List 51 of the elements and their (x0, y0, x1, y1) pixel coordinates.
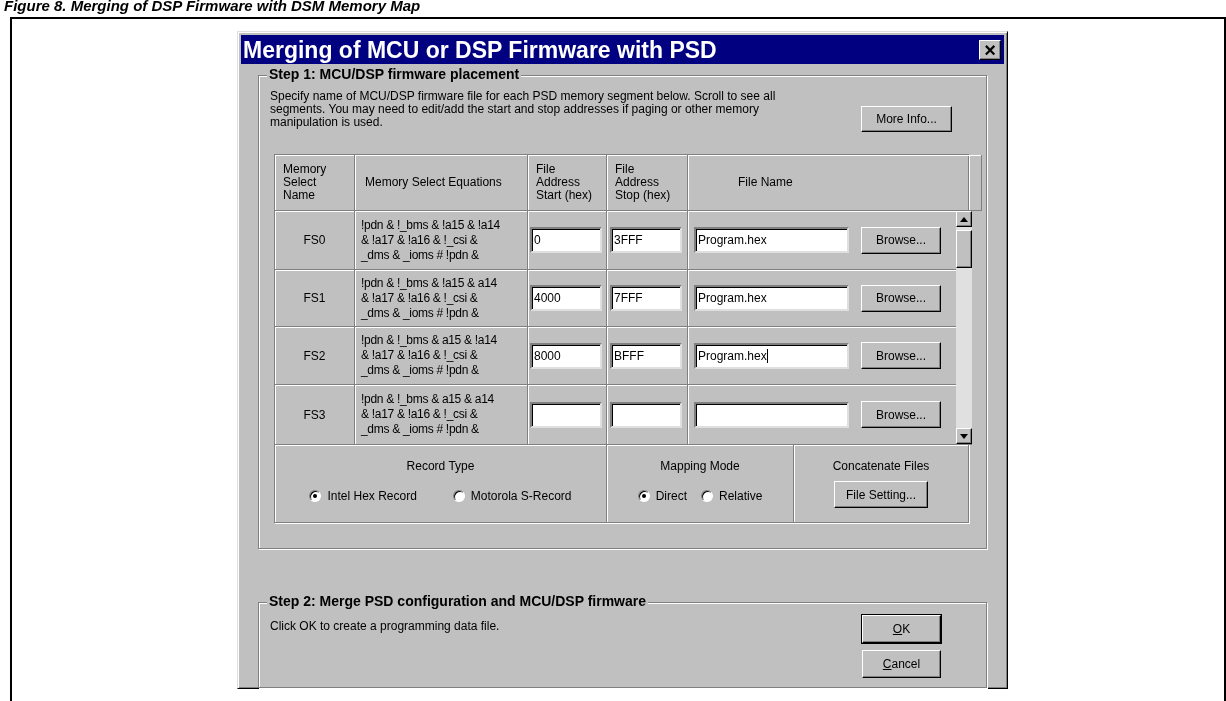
start-address-field[interactable]: 8000 (530, 342, 602, 369)
start-address-field[interactable]: 4000 (530, 285, 602, 311)
stop-address-field[interactable]: 3FFF (610, 227, 682, 253)
file-name-field[interactable] (694, 401, 849, 428)
table-cell-text: FS2 (303, 347, 326, 365)
radio-option[interactable]: Intel Hex Record (309, 487, 417, 505)
scroll-up-icon[interactable] (956, 211, 972, 227)
start-address-field[interactable] (530, 401, 602, 428)
window-title: Merging of MCU or DSP Firmware with PSD (243, 36, 717, 63)
radio-option[interactable]: Direct (637, 487, 687, 505)
instructions-text: Specify name of MCU/DSP firmware file for each PSD memory segment below. Scroll to see all segments. You may need to edit/add the start and stop addresses if paging or other memory manipulation is used. (270, 90, 777, 129)
browse-button[interactable]: Browse... (861, 401, 941, 428)
group-title: Step 2: Merge PSD configuration and MCU/DSP firmware (267, 593, 649, 609)
instructions-text: Click OK to create a programming data file. (270, 618, 500, 635)
close-button[interactable]: × (979, 39, 1001, 60)
dialog-button[interactable]: OK (862, 615, 941, 643)
column-header: File Address Start (hex) (536, 163, 592, 202)
scroll-down-icon[interactable] (956, 428, 972, 444)
group-title: Step 1: MCU/DSP firmware placement (267, 66, 522, 82)
file-name-field[interactable]: Program.hex (694, 227, 849, 253)
browse-button[interactable]: Browse... (861, 342, 941, 369)
table-cell-text: FS1 (303, 290, 326, 307)
radio-option[interactable]: Relative (701, 487, 763, 505)
equation-text: !pdn & !_bms & a15 & a14 & !a17 & !a16 & !_csi & _dms & _ioms # !pdn & (361, 392, 494, 437)
equation-text: !pdn & !_bms & a15 & !a14 & !a17 & !a16 & !_csi & _dms & _ioms # !pdn & (361, 333, 497, 378)
scroll-thumb[interactable] (956, 230, 972, 268)
stop-address-field[interactable]: 7FFF (610, 285, 682, 311)
table-cell-text: FS0 (303, 232, 326, 249)
file-setting-button[interactable]: File Setting... (834, 481, 928, 508)
start-address-field[interactable]: 0 (530, 227, 602, 253)
column-header: File Address Stop (hex) (615, 163, 671, 202)
browse-button[interactable]: Browse... (861, 284, 941, 312)
column-header: Memory Select Equations (365, 176, 502, 189)
scrollbar[interactable] (956, 211, 972, 445)
stop-address-field[interactable]: BFFF (610, 342, 682, 369)
file-name-field[interactable]: Program.hex (694, 342, 849, 369)
equation-text: !pdn & !_bms & !a15 & !a14 & !a17 & !a16 & !_csi & _dms & _ioms # !pdn & (361, 217, 500, 263)
figure-caption: Figure 8. Merging of DSP Firmware with DSM Memory Map (4, 0, 421, 14)
browse-button[interactable]: Browse... (861, 226, 941, 254)
group-label: Mapping Mode (660, 458, 740, 475)
more-info-button[interactable]: More Info... (861, 106, 952, 132)
column-header: Memory Select Name (283, 163, 327, 202)
dialog-button[interactable]: Cancel (862, 650, 941, 678)
stop-address-field[interactable] (610, 401, 682, 428)
group-label: Record Type (406, 458, 475, 475)
equation-text: !pdn & !_bms & !a15 & a14 & !a17 & !a16 & !_csi & _dms & _ioms # !pdn & (361, 275, 497, 321)
group-label: Concatenate Files (832, 458, 930, 475)
table-cell-text: FS3 (303, 406, 326, 424)
file-name-field[interactable]: Program.hex (694, 285, 849, 311)
column-header: File Name (738, 176, 793, 189)
radio-option[interactable]: Motorola S-Record (452, 487, 572, 505)
